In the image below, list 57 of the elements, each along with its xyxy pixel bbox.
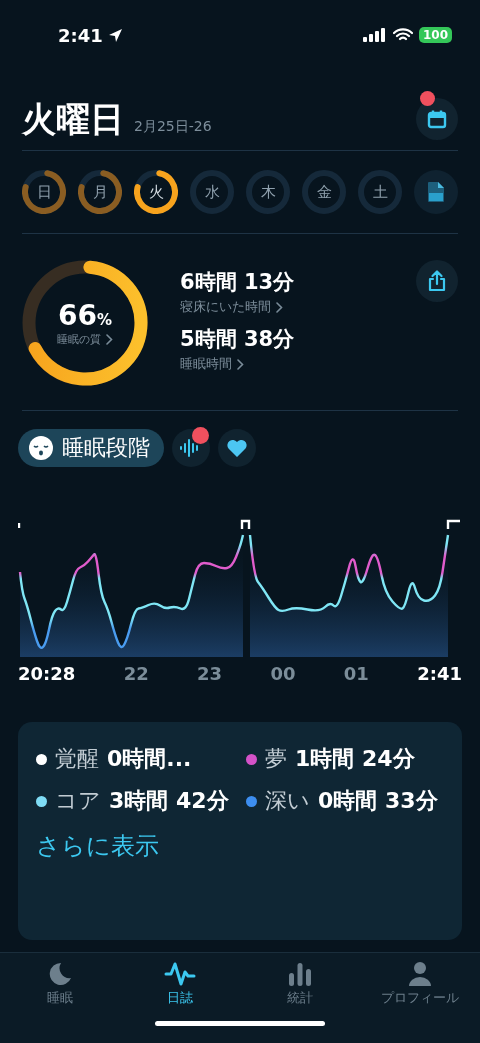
wave-icon	[164, 961, 196, 987]
document-icon	[427, 181, 445, 203]
stage-name: コア	[55, 787, 101, 815]
time-axis-label: 00	[270, 663, 296, 684]
duration-label[interactable]: 寝床にいた時間	[180, 298, 271, 316]
date-range: 2月25日-26	[134, 118, 212, 136]
chevron-icon	[276, 301, 283, 313]
day-ring-button[interactable]: 木	[246, 170, 290, 214]
duration-value: 6時間 13分	[180, 269, 296, 296]
bar-chart-icon	[287, 961, 313, 987]
time-axis-label: 20:28	[18, 663, 76, 684]
battery-level: 100	[418, 27, 452, 43]
calendar-icon	[427, 109, 447, 129]
chevron-icon	[106, 334, 113, 345]
moon-icon	[47, 961, 73, 987]
stage-name: 深い	[265, 787, 310, 815]
person-icon	[408, 961, 432, 987]
day-ring-button[interactable]: 日	[22, 170, 66, 214]
tab-item[interactable]: 日誌	[120, 953, 240, 1007]
stage-duration: 0時間 33分	[318, 786, 438, 815]
calendar-button[interactable]	[416, 98, 458, 140]
stage-duration: 3時間 42分	[109, 786, 229, 815]
stage-duration: 1時間 24分	[295, 744, 415, 773]
wifi-icon	[392, 28, 413, 42]
sleeping-face-icon	[28, 435, 54, 461]
status-time: 2:41	[58, 24, 103, 46]
duration-value: 5時間 38分	[180, 326, 296, 353]
day-title: 火曜日	[22, 102, 124, 136]
share-icon	[427, 270, 447, 292]
share-button[interactable]	[416, 260, 458, 302]
day-ring-button[interactable]: 金	[302, 170, 346, 214]
sleep-stage-tab[interactable]: 睡眠段階	[18, 429, 164, 467]
heart-button[interactable]	[218, 429, 256, 467]
quality-percent: 66%	[58, 299, 112, 332]
show-more-link[interactable]: さらに表示	[36, 830, 159, 862]
tab-item[interactable]: 睡眠	[0, 953, 120, 1007]
heart-icon	[226, 438, 248, 458]
day-ring-button[interactable]: 月	[78, 170, 122, 214]
stage-name: 夢	[265, 745, 287, 773]
time-axis-label: 2:41	[417, 663, 462, 684]
quality-label[interactable]: 睡眠の質	[57, 332, 101, 347]
day-ring-button[interactable]: 火	[134, 170, 178, 214]
signal-icon	[362, 28, 387, 42]
tab-item[interactable]: 統計	[240, 953, 360, 1007]
day-ring-button[interactable]: 水	[190, 170, 234, 214]
location-arrow-icon	[107, 27, 123, 43]
report-button[interactable]	[414, 170, 458, 214]
time-axis-label: 23	[197, 663, 223, 684]
time-axis-label: 22	[123, 663, 149, 684]
chevron-icon	[237, 358, 244, 370]
duration-label[interactable]: 睡眠時間	[180, 355, 232, 373]
sound-button[interactable]	[172, 429, 210, 467]
tab-item[interactable]: プロフィール	[360, 953, 480, 1007]
day-ring-button[interactable]: 土	[358, 170, 402, 214]
time-axis-label: 01	[343, 663, 369, 684]
stage-duration: 0時間...	[107, 744, 192, 773]
stage-name: 覚醒	[55, 745, 99, 773]
